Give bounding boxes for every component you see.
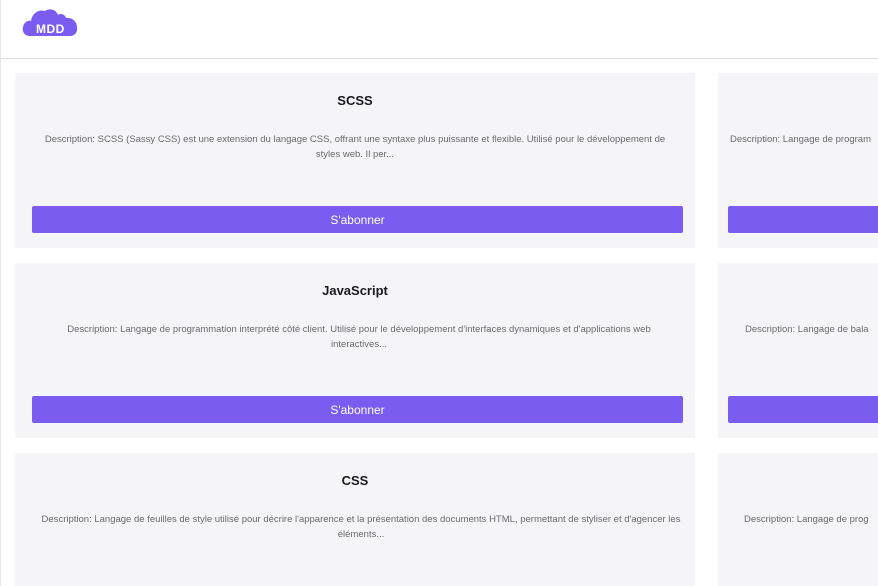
topic-description: Description: Langage de feuilles de styl… (41, 514, 681, 540)
topic-title: CSS (341, 473, 369, 488)
topic-card: Description: Langage de bala (718, 263, 878, 438)
app-frame: MDD SCSS Description: SCSS (Sassy CSS) e… (0, 0, 878, 586)
topic-title: JavaScript (322, 283, 388, 298)
topic-description: Description: Langage de program (730, 134, 872, 145)
topic-card: Description: Langage de prog (718, 453, 878, 586)
subscribe-button[interactable] (728, 206, 878, 233)
topic-description: Description: Langage de bala (745, 324, 869, 335)
topic-description: Description: Langage de prog (744, 514, 869, 525)
topic-title: SCSS (337, 93, 373, 108)
logo-text: MDD (36, 22, 65, 36)
topic-card: JavaScript Description: Langage de progr… (15, 263, 695, 438)
topic-description: Description: SCSS (Sassy CSS) est une ex… (44, 134, 666, 160)
subscribe-button[interactable] (728, 396, 878, 423)
topic-description: Description: Langage de programmation in… (67, 324, 651, 350)
topic-card: SCSS Description: SCSS (Sassy CSS) est u… (15, 73, 695, 248)
subscribe-button[interactable]: S'abonner (32, 206, 683, 233)
mdd-logo[interactable]: MDD (22, 7, 82, 37)
subscribe-button[interactable]: S'abonner (32, 396, 683, 423)
topic-card: CSS Description: Langage de feuilles de … (15, 453, 695, 586)
top-header: MDD (1, 0, 878, 59)
topic-card: Description: Langage de program (718, 73, 878, 248)
